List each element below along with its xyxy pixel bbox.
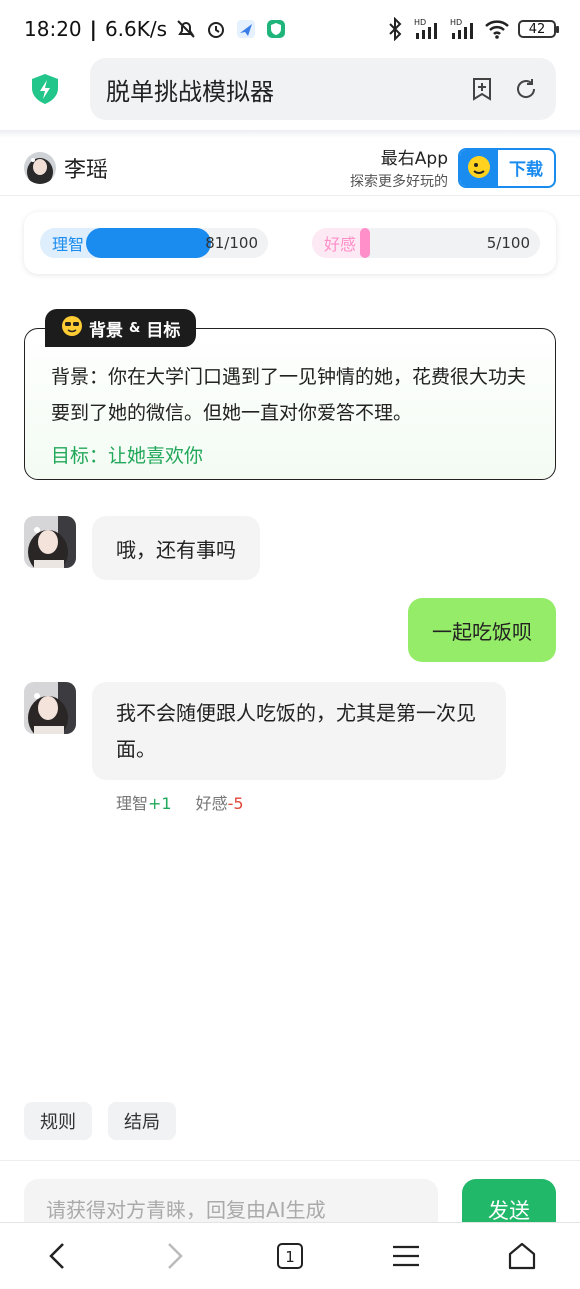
svg-text:HD: HD [414,18,426,27]
refresh-icon[interactable] [512,75,540,103]
menu-icon[interactable] [376,1226,436,1286]
favor-progress-fill [360,228,371,258]
ending-button[interactable]: 结局 [108,1102,176,1140]
app-notification-icon [235,18,257,40]
alarm-icon [205,18,227,40]
reason-progress-fill [86,228,212,258]
favor-stat: 好感 5/100 [312,228,540,258]
home-icon[interactable] [492,1226,552,1286]
browser-bottom-nav: 1 [0,1222,580,1289]
goal-text: 目标：让她喜欢你 [51,445,204,467]
status-bar: 18:20 | 6.6K/s HD HD 42 [0,0,580,58]
quick-actions: 规则 结局 [24,1102,176,1140]
scenario-card: 背景 & 目标 背景：你在大学门口遇到了一见钟情的她，花费很大功夫要到了她的微信。但… [24,309,556,480]
download-label: 下载 [509,160,543,180]
status-network-speed: 6.6K/s [104,17,168,41]
tab-count: 1 [285,1248,295,1266]
add-bookmark-icon[interactable] [468,75,496,103]
page-title: 脱单挑战模拟器 [106,77,274,106]
promo-title: 最右App [380,149,448,169]
browser-toolbar: 脱单挑战模拟器 [0,56,580,122]
her-avatar[interactable] [24,682,76,734]
forward-icon[interactable] [144,1226,204,1286]
sunglasses-emoji-icon [61,315,83,342]
svg-text:HD: HD [450,18,462,27]
composer: 发送 [0,1160,580,1241]
promo-subtitle: 探索更多好玩的 [350,174,448,190]
her-message-bubble: 哦，还有事吗 [92,516,260,580]
message-her-2: 我不会随便跟人吃饭的，尤其是第一次见面。 [24,682,506,780]
reason-stat: 理智 81/100 [40,228,268,258]
battery-indicator: 42 [518,20,559,38]
signal-1-icon: HD [412,17,440,41]
favor-value: 5/100 [486,234,530,252]
stats-panel: 理智 81/100 好感 5/100 [24,212,556,274]
favor-change: 好感-5 [195,794,244,813]
stat-change: 理智+1 好感-5 [116,790,244,814]
address-bar[interactable]: 脱单挑战模拟器 [90,58,556,120]
scenario-tag: 背景 & 目标 [45,309,197,347]
character-name: 李瑶 [64,157,109,183]
her-message-bubble: 我不会随便跟人吃饭的，尤其是第一次见面。 [92,682,506,780]
status-time: 18:20 [24,17,82,41]
character-avatar[interactable] [24,151,56,184]
tabs-icon[interactable]: 1 [260,1226,320,1286]
bluetooth-icon [386,17,404,41]
rules-button[interactable]: 规则 [24,1102,92,1140]
back-icon[interactable] [28,1226,88,1286]
reason-value: 81/100 [205,234,258,252]
chat-header: 李瑶 最右App 探索更多好玩的 下载 [0,140,580,196]
wifi-icon [484,18,510,40]
download-app-button[interactable]: 下载 [458,147,556,188]
shield-icon[interactable] [28,72,62,106]
muted-bell-icon [175,18,197,40]
my-message-bubble: 一起吃饭呗 [408,598,556,662]
her-avatar[interactable] [24,516,76,568]
message-her-1: 哦，还有事吗 [24,516,260,580]
app-logo-icon [460,149,498,186]
app-promo: 最右App 探索更多好玩的 [350,144,448,191]
reason-change: 理智+1 [116,794,172,813]
signal-2-icon: HD [448,17,476,41]
background-text: 背景：你在大学门口遇到了一见钟情的她，花费很大功夫要到了她的微信。但她一直对你爱… [51,366,527,424]
security-app-icon [265,18,287,40]
